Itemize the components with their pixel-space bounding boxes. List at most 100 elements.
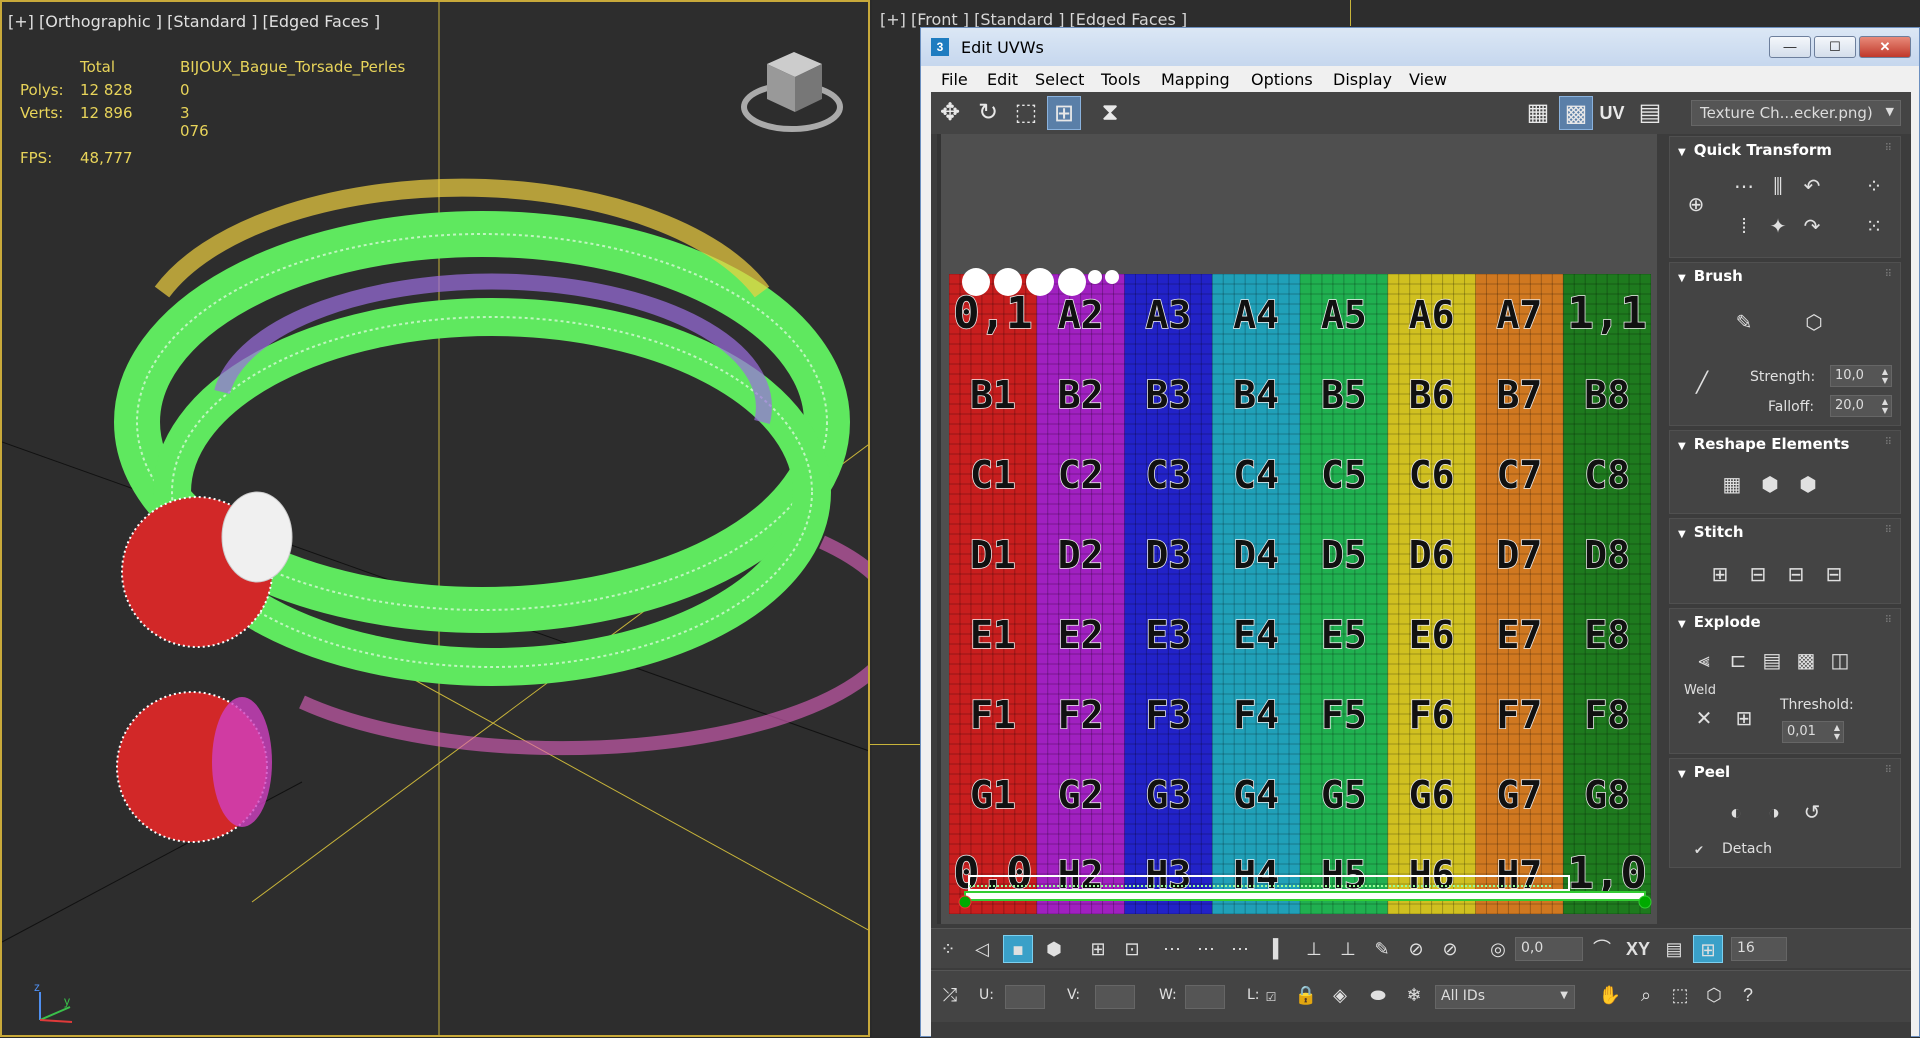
grid-snap-icon[interactable]: ⊞ [1693, 935, 1723, 963]
menu-tools[interactable]: Tools [1101, 70, 1140, 89]
help-icon[interactable]: ? [1733, 981, 1763, 1009]
material-ids-dropdown[interactable]: All IDs ▼ [1435, 985, 1575, 1009]
rollout-header[interactable]: ▼ Explode [1678, 613, 1761, 631]
menu-mapping[interactable]: Mapping [1161, 70, 1230, 89]
mirror-icon[interactable]: ⧗ [1093, 96, 1127, 130]
minimize-button[interactable]: — [1769, 36, 1811, 58]
pan-icon[interactable]: ✋ [1595, 981, 1625, 1009]
menu-file[interactable]: File [941, 70, 968, 89]
uv-settings-icon[interactable]: ▤ [1633, 96, 1667, 130]
scale-icon[interactable]: ⬚ [1009, 96, 1043, 130]
window-titlebar[interactable]: 3 Edit UVWs — ☐ ✕ [921, 28, 1919, 66]
align-grid-icon[interactable]: ✦ [1764, 213, 1792, 241]
hide-icon[interactable]: ◈ [1325, 981, 1355, 1009]
loop-icon[interactable]: ⋯ [1157, 935, 1187, 963]
grow-loop-icon[interactable]: ⋯ [1191, 935, 1221, 963]
shrink-brush-icon[interactable]: ⊘ [1435, 935, 1465, 963]
brush-line-icon[interactable]: ╱ [1688, 369, 1716, 397]
relax-brush-icon[interactable]: ⬡ [1800, 309, 1828, 337]
rotation-field[interactable]: 0,0 [1515, 937, 1583, 961]
spinner-arrows-icon[interactable]: ▲ ▼ [1834, 723, 1840, 741]
flatten-by-material-icon[interactable]: ◫ [1826, 647, 1854, 675]
xy-plane-button[interactable]: XY [1623, 935, 1653, 963]
spinner-arrows-icon[interactable]: ▲ ▼ [1882, 367, 1888, 385]
menu-display[interactable]: Display [1333, 70, 1392, 89]
threshold-spinner[interactable]: 0,01 ▲ ▼ [1782, 721, 1844, 743]
menu-view[interactable]: View [1409, 70, 1447, 89]
align-horizontal-icon[interactable]: ⋯ [1730, 173, 1758, 201]
freeze-icon[interactable]: ❄ [1399, 981, 1429, 1009]
paint-select-icon[interactable]: ✎ [1367, 935, 1397, 963]
stitch-custom-icon[interactable]: ⊞ [1706, 561, 1734, 589]
rollout-header[interactable]: ▼ Stitch [1678, 523, 1744, 541]
drag-handle-icon[interactable]: ⠿ [1885, 615, 1892, 626]
relax-icon[interactable]: ⬢ [1756, 471, 1784, 499]
rotate-ccw-icon[interactable]: ↶ [1798, 173, 1826, 201]
perspective-viewport[interactable]: [+] [Orthographic ] [Standard ] [Edged F… [0, 0, 870, 1037]
shrink-ring-icon[interactable]: ⊥ [1333, 935, 1363, 963]
zoom-region-icon[interactable]: ⬚ [1665, 981, 1695, 1009]
drag-handle-icon[interactable]: ⠿ [1885, 765, 1892, 776]
falloff-spinner[interactable]: 20,0 ▲ ▼ [1830, 395, 1892, 417]
show-map-icon[interactable]: ▩ [1559, 96, 1593, 130]
rotate-icon[interactable]: ↻ [971, 96, 1005, 130]
drag-handle-icon[interactable]: ⠿ [1885, 269, 1892, 280]
u-field[interactable] [1005, 985, 1045, 1009]
drag-handle-icon[interactable]: ⠿ [1885, 437, 1892, 448]
grid-size-field[interactable]: 16 [1731, 937, 1787, 961]
shrink-loop-icon[interactable]: ⋯ [1225, 935, 1255, 963]
peel-mode-icon[interactable]: ◑ [1760, 799, 1788, 827]
quick-peel-icon[interactable]: ◐ [1722, 799, 1750, 827]
transform-mode-icon[interactable]: ⤮ [935, 981, 965, 1009]
edge-mode-icon[interactable]: ◁ [967, 935, 997, 963]
paint-move-icon[interactable]: ✎ [1730, 309, 1758, 337]
uv-mode-button[interactable]: UV [1595, 96, 1629, 130]
rotate-cw-icon[interactable]: ↷ [1798, 213, 1826, 241]
detach-edge-icon[interactable]: ⊏ [1724, 647, 1752, 675]
flatten-by-smoothing-icon[interactable]: ▩ [1792, 647, 1820, 675]
pivot-icon[interactable]: ⊕ [1682, 191, 1710, 219]
reset-peel-icon[interactable]: ↺ [1798, 799, 1826, 827]
close-button[interactable]: ✕ [1859, 36, 1911, 58]
rollout-header[interactable]: ▼ Reshape Elements [1678, 435, 1849, 453]
texture-dropdown[interactable]: Texture Ch...ecker.png) ▼ [1691, 100, 1901, 126]
vertex-mode-icon[interactable]: ⁘ [933, 935, 963, 963]
rollout-header[interactable]: ▼ Brush [1678, 267, 1743, 285]
detach-checkbox[interactable]: ✔ [1694, 843, 1708, 857]
v-field[interactable] [1095, 985, 1135, 1009]
grow-ring-icon[interactable]: ⊥ [1299, 935, 1329, 963]
edit-uvws-window[interactable]: 3 Edit UVWs — ☐ ✕ File Edit Select Tools… [920, 27, 1920, 1038]
paste-icon[interactable]: ▤ [1659, 935, 1689, 963]
align-vertical-icon[interactable]: ⫼ [1764, 173, 1792, 201]
lock-icon[interactable]: 🔒 [1291, 981, 1321, 1009]
stitch-source-icon[interactable]: ⊟ [1744, 561, 1772, 589]
grow-selection-icon[interactable]: ⊞ [1083, 935, 1113, 963]
vertical-spacing-icon[interactable]: ⁙ [1860, 213, 1888, 241]
drag-handle-icon[interactable]: ⠿ [1885, 525, 1892, 536]
rollout-header[interactable]: ▼ Peel [1678, 763, 1730, 781]
enlarge-brush-icon[interactable]: ⊘ [1401, 935, 1431, 963]
strength-spinner[interactable]: 10,0 ▲ ▼ [1830, 365, 1892, 387]
rollout-header[interactable]: ▼ Quick Transform [1678, 141, 1832, 159]
drag-handle-icon[interactable]: ⠿ [1885, 143, 1892, 154]
ring-icon[interactable]: ▍ [1265, 935, 1295, 963]
polygon-mode-icon[interactable]: ■ [1003, 935, 1033, 963]
stitch-average-icon[interactable]: ⊟ [1782, 561, 1810, 589]
spacing-options-icon[interactable]: ⁘ [1860, 173, 1888, 201]
menu-edit[interactable]: Edit [987, 70, 1018, 89]
rotation-snap-icon[interactable]: ◎ [1483, 935, 1513, 963]
relax-options-icon[interactable]: ⬢ [1794, 471, 1822, 499]
zoom-icon[interactable]: ⌕ [1631, 981, 1661, 1009]
checker-pattern-icon[interactable]: ▦ [1521, 96, 1555, 130]
uv-canvas[interactable]: 0,1 A2 A3 A4 A5 A6 A7 1,1 B1 B2 B3 B4 B5 B6 B7 B8 C1 C2 C3… [937, 134, 1657, 924]
element-mode-icon[interactable]: ⬢ [1039, 935, 1069, 963]
break-icon[interactable]: ⫷ [1690, 647, 1718, 675]
weld-selected-icon[interactable]: ✕ [1690, 705, 1718, 733]
straighten-icon[interactable]: ▦ [1718, 471, 1746, 499]
stitch-target-icon[interactable]: ⊟ [1820, 561, 1848, 589]
flatten-by-polygon-icon[interactable]: ▤ [1758, 647, 1786, 675]
freeform-icon[interactable]: ⊞ [1047, 96, 1081, 130]
menu-options[interactable]: Options [1251, 70, 1313, 89]
maximize-button[interactable]: ☐ [1814, 36, 1856, 58]
curve-tool-icon[interactable]: ⌒ [1587, 935, 1617, 963]
